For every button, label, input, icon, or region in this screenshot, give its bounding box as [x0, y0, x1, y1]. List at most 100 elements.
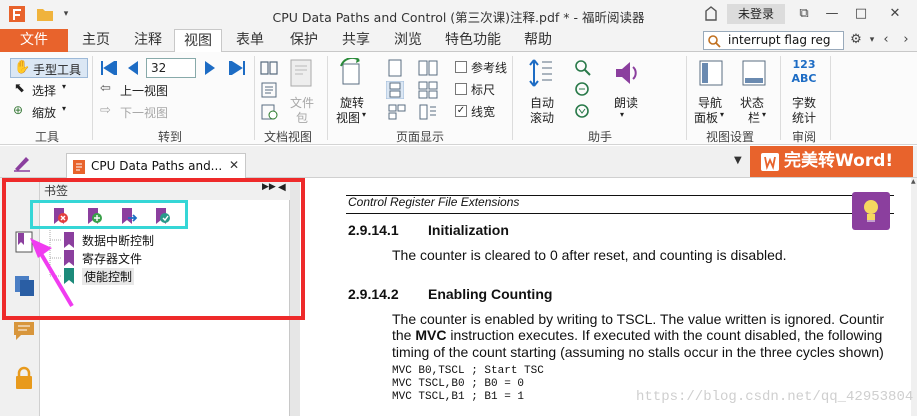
guides-checkbox[interactable] [455, 61, 467, 73]
tab-features[interactable]: 特色功能 [438, 29, 508, 52]
status-bar-dropdown-icon[interactable]: ▾ [762, 110, 766, 119]
hand-tool-label: 手型工具 [33, 63, 82, 77]
text-run: instruction executes. If executed with t… [446, 327, 883, 343]
read-aloud-icon[interactable] [612, 58, 640, 88]
nav-panel-icon[interactable] [697, 58, 725, 88]
status-bar-icon[interactable] [740, 58, 768, 88]
book-view-icon[interactable] [260, 60, 278, 76]
convert-icon [761, 153, 779, 171]
skin-icon[interactable] [702, 5, 720, 23]
text-view-icon[interactable] [260, 104, 278, 120]
continuous-page-icon[interactable] [386, 81, 404, 99]
file-package-label-line2: 包 [296, 111, 309, 125]
search-field[interactable]: interrupt flag reg [703, 31, 844, 50]
read-aloud-dropdown-icon[interactable]: ▾ [620, 110, 624, 119]
text-run-bold: MVC [415, 327, 447, 343]
facing-page-icon[interactable] [418, 59, 438, 77]
foxit-reader-window: ▾ CPU Data Paths and Control (第三次课)注释.pd… [0, 0, 917, 416]
ruler-checkbox[interactable] [455, 83, 467, 95]
rotate-view-icon[interactable] [337, 58, 367, 88]
continuous-facing-icon[interactable] [418, 81, 438, 99]
marquee-zoom-icon[interactable] [574, 103, 592, 121]
tab-browse[interactable]: 浏览 [384, 29, 432, 52]
text-run: the [392, 327, 416, 343]
maximize-button[interactable]: □ [851, 4, 871, 24]
ribbon-separator [686, 56, 687, 140]
section-number: 2.9.14.2 [348, 286, 399, 302]
tab-share[interactable]: 共享 [332, 29, 380, 52]
sidebar-toggle-icon[interactable] [12, 154, 32, 172]
code-line: MVC TSCL,B1 ; B1 = 1 [392, 391, 525, 403]
paragraph-line: The counter is enabled by writing to TSC… [392, 311, 885, 327]
auto-scroll-label-line2: 滚动 [530, 111, 555, 125]
tab-view[interactable]: 视图 [174, 29, 222, 53]
vertical-scrollbar[interactable]: ▲ [911, 178, 917, 416]
word-count-icon[interactable]: 123 ABC [790, 58, 818, 88]
search-prev-icon[interactable]: ‹ [876, 30, 896, 50]
select-button[interactable]: ⬉ 选择 ▾ [10, 80, 80, 100]
ribbon-separator [780, 56, 781, 140]
convert-to-word-button[interactable]: 完美转Word! [750, 146, 913, 177]
header-rule [346, 213, 894, 214]
page-number-input[interactable]: 32 [146, 58, 196, 78]
code-line: MVC B0,TSCL ; Start TSC [392, 365, 544, 377]
zoom-button[interactable]: ⊕ 缩放 ▾ [10, 102, 80, 122]
ribbon-tab-bar: 文件 主页 注释 视图 表单 保护 共享 浏览 特色功能 帮助 interrup… [0, 29, 917, 53]
tools-group-label: 工具 [35, 130, 60, 144]
next-page-icon[interactable] [203, 61, 217, 75]
zoom-icon: ⊕ [13, 103, 24, 117]
nav-panel-dropdown-icon[interactable]: ▾ [720, 110, 724, 119]
select-label: 选择 [32, 84, 57, 98]
tab-home[interactable]: 主页 [72, 29, 120, 52]
search-next-icon[interactable]: › [896, 30, 916, 50]
goto-group-label: 转到 [158, 130, 183, 144]
hand-tool-button[interactable]: ✋ 手型工具 [10, 58, 88, 78]
document-page: Control Register File Extensions 2.9.14.… [300, 178, 911, 416]
tab-file[interactable]: 文件 [0, 29, 68, 52]
tab-comment[interactable]: 注释 [124, 29, 172, 52]
first-page-icon[interactable] [100, 61, 120, 75]
guides-label: 参考线 [471, 61, 508, 75]
security-lock-icon[interactable] [14, 366, 34, 390]
minimize-button[interactable]: — [822, 4, 842, 24]
comments-panel-icon[interactable] [12, 320, 36, 342]
auto-scroll-icon[interactable] [528, 58, 556, 88]
file-package-icon[interactable] [288, 58, 316, 88]
cursor-icon: ⬉ [14, 81, 25, 96]
tab-help[interactable]: 帮助 [514, 29, 562, 52]
tips-button[interactable] [852, 192, 890, 230]
nav-panel-label-line2: 面板 [694, 111, 719, 125]
pdf-file-icon [73, 160, 85, 174]
loupe-icon[interactable] [574, 81, 592, 99]
section-title: Enabling Counting [428, 286, 553, 302]
convert-to-word-label: 完美转Word! [784, 151, 894, 171]
ribbon-collapse-icon[interactable]: ⧉ [794, 4, 814, 24]
section-title: Initialization [428, 222, 509, 238]
close-button[interactable]: ✕ [885, 4, 905, 24]
rotate-dropdown-icon[interactable]: ▾ [362, 110, 366, 119]
close-tab-icon[interactable]: ✕ [229, 158, 239, 172]
single-page-icon[interactable] [386, 59, 404, 77]
split-page-icon[interactable] [386, 103, 408, 121]
reflow-icon[interactable] [260, 82, 278, 98]
ribbon-separator [512, 56, 513, 140]
zoom-label: 缩放 [32, 106, 57, 120]
magnifier-icon[interactable] [574, 59, 592, 77]
line-weight-checkbox[interactable]: ✓ [455, 105, 467, 117]
paragraph-line: the MVC instruction executes. If execute… [392, 327, 882, 343]
tab-form[interactable]: 表单 [226, 29, 274, 52]
scroll-up-icon[interactable]: ▲ [911, 178, 916, 185]
next-view-button[interactable]: ⇨ 下一视图 [100, 103, 178, 121]
page-display-group-label: 页面显示 [396, 130, 445, 144]
login-button[interactable]: 未登录 [727, 4, 785, 24]
last-page-icon[interactable] [226, 61, 246, 75]
document-tab[interactable]: CPU Data Paths and... ✕ [66, 153, 246, 178]
prev-page-icon[interactable] [126, 61, 140, 75]
select-dropdown-icon: ▾ [62, 82, 67, 91]
document-tab-bar: CPU Data Paths and... ✕ ▼ 完美转Word! [0, 146, 917, 178]
cover-page-icon[interactable] [418, 103, 438, 121]
tab-protect[interactable]: 保护 [280, 29, 328, 52]
annotation-arrow [30, 238, 74, 308]
tab-list-dropdown-icon[interactable]: ▼ [734, 155, 742, 166]
prev-view-button[interactable]: ⇦ 上一视图 [100, 81, 178, 99]
